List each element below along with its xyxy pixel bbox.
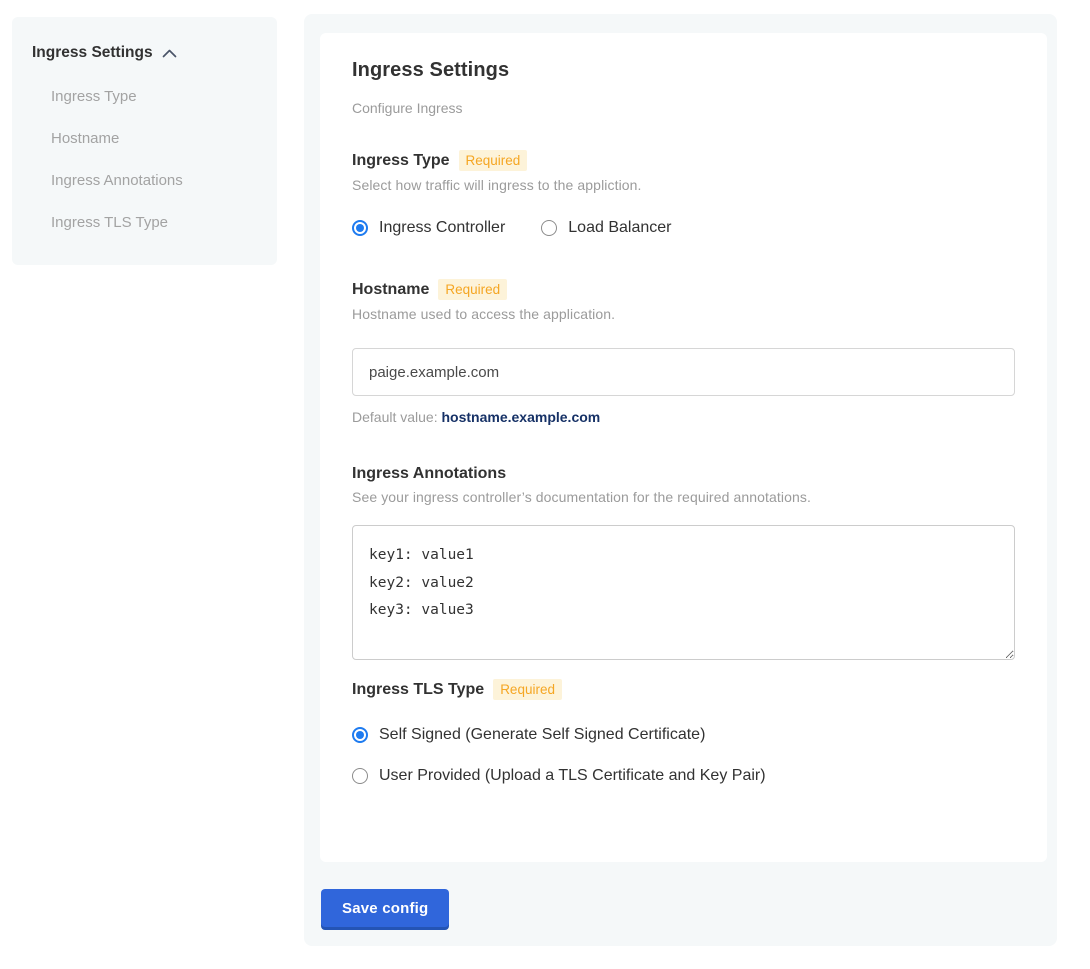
radio-unselected-icon[interactable] (541, 220, 557, 236)
section-ingress-tls-type: Ingress TLS Type Required Self Signed (G… (352, 679, 1015, 785)
required-badge: Required (438, 279, 507, 300)
radio-selected-icon[interactable] (352, 220, 368, 236)
hostname-default-line: Default value: hostname.example.com (352, 409, 1015, 425)
sidebar-item-hostname[interactable]: Hostname (51, 131, 257, 147)
tls-type-label: Ingress TLS Type (352, 681, 484, 699)
config-pane: Ingress Settings Configure Ingress Ingre… (304, 14, 1057, 946)
hostname-label: Hostname (352, 281, 429, 299)
default-value-text: hostname.example.com (442, 409, 601, 425)
annotations-help: See your ingress controller’s documentat… (352, 489, 1015, 505)
radio-ingress-controller[interactable]: Ingress Controller (352, 219, 505, 237)
section-ingress-annotations: Ingress Annotations See your ingress con… (352, 465, 1015, 660)
tls-type-radio-group: Self Signed (Generate Self Signed Certif… (352, 726, 1015, 785)
sidebar-group-toggle[interactable]: Ingress Settings (32, 43, 257, 63)
required-badge: Required (493, 679, 562, 700)
sidebar-item-ingress-tls-type[interactable]: Ingress TLS Type (51, 215, 257, 231)
sidebar-item-ingress-annotations[interactable]: Ingress Annotations (51, 173, 257, 189)
annotations-label: Ingress Annotations (352, 465, 506, 483)
section-ingress-type: Ingress Type Required Select how traffic… (352, 150, 1015, 237)
config-group-card: Ingress Settings Configure Ingress Ingre… (320, 33, 1047, 862)
default-value-prefix: Default value: (352, 409, 442, 425)
radio-user-provided-label[interactable]: User Provided (Upload a TLS Certificate … (379, 767, 766, 785)
radio-load-balancer-label[interactable]: Load Balancer (568, 219, 671, 237)
group-title: Ingress Settings (352, 59, 1015, 82)
section-hostname: Hostname Required Hostname used to acces… (352, 279, 1015, 425)
ingress-type-label: Ingress Type (352, 152, 450, 170)
sidebar-group-title[interactable]: Ingress Settings (32, 44, 153, 62)
radio-self-signed-label[interactable]: Self Signed (Generate Self Signed Certif… (379, 726, 705, 744)
config-nav-sidebar: Ingress Settings Ingress Type Hostname I… (12, 17, 277, 265)
chevron-up-icon[interactable] (162, 45, 177, 63)
radio-selected-icon[interactable] (352, 727, 368, 743)
save-config-button[interactable]: Save config (321, 889, 449, 927)
radio-unselected-icon[interactable] (352, 768, 368, 784)
ingress-type-radio-group: Ingress Controller Load Balancer (352, 219, 1015, 237)
radio-user-provided[interactable]: User Provided (Upload a TLS Certificate … (352, 767, 1015, 785)
required-badge: Required (459, 150, 528, 171)
hostname-help: Hostname used to access the application. (352, 306, 1015, 322)
group-description: Configure Ingress (352, 100, 1015, 116)
annotations-textarea[interactable]: key1: value1 key2: value2 key3: value3 (352, 525, 1015, 660)
hostname-input[interactable] (352, 348, 1015, 396)
radio-ingress-controller-label[interactable]: Ingress Controller (379, 219, 505, 237)
radio-load-balancer[interactable]: Load Balancer (541, 219, 671, 237)
radio-self-signed[interactable]: Self Signed (Generate Self Signed Certif… (352, 726, 1015, 744)
sidebar-item-ingress-type[interactable]: Ingress Type (51, 89, 257, 105)
ingress-type-help: Select how traffic will ingress to the a… (352, 177, 1015, 193)
